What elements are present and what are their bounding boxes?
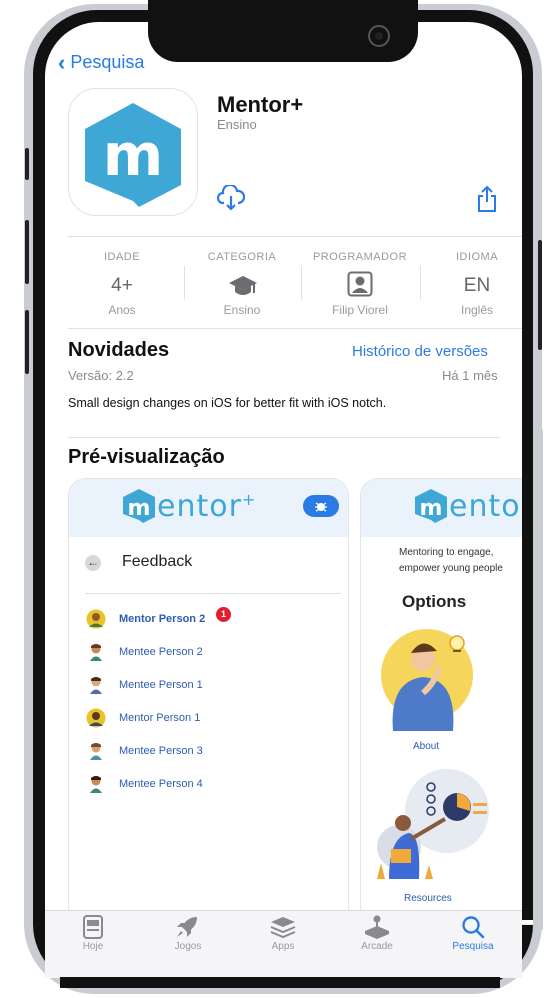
download-button[interactable]: [216, 183, 246, 216]
chevron-left-icon: ‹: [58, 50, 66, 75]
preview-screenshot-2[interactable]: m mentoento Mentoring to engage, empower…: [360, 478, 547, 925]
share-icon: [478, 185, 496, 212]
mute-switch: [25, 148, 29, 180]
bug-icon: [315, 502, 327, 512]
avatar-icon: [86, 609, 106, 629]
app-name: Mentor+: [217, 92, 304, 117]
power-button: [538, 240, 542, 350]
tab-apps[interactable]: Apps: [243, 915, 323, 952]
divider: [184, 266, 185, 300]
release-notes: Small design changes on iOS for better f…: [68, 396, 387, 410]
divider: [301, 266, 302, 300]
person-name: Mentee Person 3: [119, 745, 203, 757]
back-label: Pesquisa: [70, 52, 145, 72]
tab-today[interactable]: Hoje: [53, 915, 133, 952]
tab-label: Jogos: [174, 941, 202, 952]
tagline-line-2: empower young people: [399, 563, 503, 574]
svg-text:m: m: [103, 121, 163, 189]
tab-label: Pesquisa: [452, 941, 494, 952]
age-sub: Anos: [108, 303, 136, 317]
language-sub: Inglês: [460, 303, 494, 317]
tab-bar: Hoje Jogos Apps Arcade Pesquisa: [45, 910, 522, 978]
options-title: Options: [402, 592, 467, 611]
tagline-line-1: Mentoring to engage,: [399, 547, 494, 558]
app-category: Ensino: [217, 117, 257, 132]
avatar-icon: [86, 675, 104, 694]
version-history-link[interactable]: Histórico de versões: [352, 343, 488, 360]
preview-screenshot-1[interactable]: m mentor entor+ ← Feedback: [68, 478, 349, 925]
list-item[interactable]: Mentor Person 1: [86, 708, 336, 730]
today-icon: [83, 915, 103, 939]
version-label: Versão: 2.2: [68, 368, 134, 383]
person-name: Mentor Person 2: [119, 613, 206, 625]
logo-text: mentor entor+: [157, 489, 256, 524]
back-link[interactable]: ‹ Pesquisa: [58, 50, 144, 76]
list-item[interactable]: Mentee Person 2: [86, 644, 336, 664]
camera: [368, 25, 390, 47]
unread-badge: 1: [216, 607, 231, 622]
whats-new-title: Novidades: [68, 339, 170, 361]
list-item[interactable]: Mentee Person 3: [86, 743, 336, 763]
age-header: IDADE: [103, 251, 141, 263]
about-label: About: [413, 741, 440, 752]
avatar-icon: [86, 708, 106, 728]
person-icon: [347, 271, 373, 302]
category-header: CATEGORIA: [207, 251, 277, 263]
list-item[interactable]: Mentor Person 2 1: [86, 607, 336, 631]
logo-text: mentoento: [449, 489, 521, 524]
back-arrow-icon[interactable]: ←: [85, 555, 101, 571]
divider: [68, 236, 522, 237]
bezel-bottom: [60, 977, 500, 988]
divider: [85, 593, 341, 594]
avatar-icon: [86, 642, 104, 661]
apps-stack-icon: [270, 917, 296, 939]
tab-label: Hoje: [82, 941, 104, 952]
page-edge: [543, 420, 547, 940]
resources-label: Resources: [404, 893, 452, 904]
volume-down-button: [25, 310, 29, 374]
tab-label: Apps: [271, 941, 295, 952]
person-name: Mentor Person 1: [119, 712, 201, 724]
person-name: Mentee Person 4: [119, 778, 203, 790]
developer-header: PROGRAMADOR: [312, 251, 408, 263]
logo-plus: +: [241, 490, 257, 509]
release-age: Há 1 mês: [442, 368, 498, 383]
feedback-title: Feedback: [122, 553, 193, 570]
app-icon: m: [68, 88, 198, 216]
person-name: Mentee Person 1: [119, 679, 203, 691]
bug-report-button[interactable]: [303, 495, 339, 517]
resources-illustration[interactable]: [369, 767, 495, 892]
divider: [68, 328, 522, 329]
developer-sub[interactable]: Filip Viorel: [300, 303, 420, 317]
language-header: IDIOMA: [455, 251, 499, 263]
age-value: 4+: [111, 275, 133, 296]
cloud-download-icon: [216, 183, 246, 211]
preview-title: Pré-visualização: [68, 446, 225, 468]
joystick-icon: [365, 915, 389, 939]
person-name: Mentee Person 2: [119, 646, 203, 658]
about-illustration[interactable]: [379, 621, 485, 746]
tab-search[interactable]: Pesquisa: [433, 915, 513, 952]
share-button[interactable]: [476, 185, 498, 218]
avatar-icon: [86, 741, 104, 760]
rocket-icon: [177, 917, 197, 937]
tab-label: Arcade: [361, 941, 393, 952]
tab-arcade[interactable]: Arcade: [337, 915, 417, 952]
list-item[interactable]: Mentee Person 1: [86, 677, 336, 697]
category-sub: Ensino: [223, 303, 261, 317]
volume-up-button: [25, 220, 29, 284]
graduation-cap-icon: [228, 273, 258, 304]
divider: [68, 437, 500, 438]
search-icon: [462, 916, 485, 939]
tab-games[interactable]: Jogos: [148, 915, 228, 952]
language-value: EN: [463, 275, 491, 296]
list-item[interactable]: Mentee Person 4: [86, 776, 336, 796]
avatar-icon: [86, 774, 104, 793]
